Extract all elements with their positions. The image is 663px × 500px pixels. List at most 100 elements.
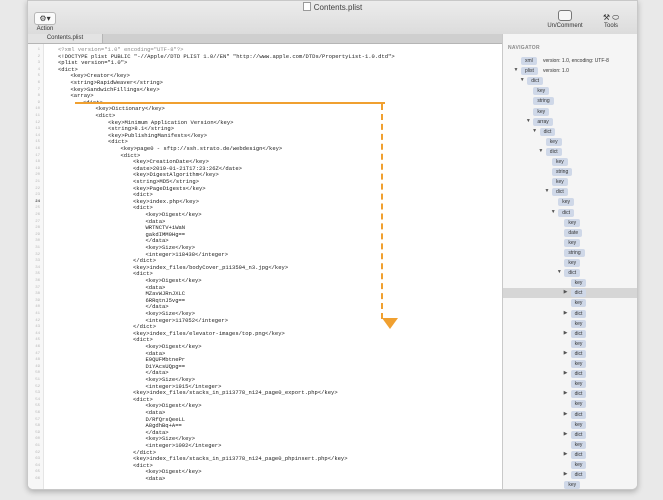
node-tag: key [570,299,587,308]
disclosure-expanded-icon[interactable]: ▼ [538,148,544,154]
code-line: 17 <dict> [28,152,502,159]
disclosure-collapsed-icon[interactable]: ▶ [563,289,569,295]
navigator-node[interactable]: key [503,86,637,96]
disclosure-expanded-icon[interactable]: ▼ [525,118,531,124]
code-line: 45 <dict> [28,337,502,343]
disclosure-collapsed-icon[interactable]: ▶ [563,370,569,376]
node-tag: key [545,137,562,146]
disclosure-collapsed-icon[interactable]: ▶ [563,431,569,437]
line-number: 63 [35,457,40,462]
code-text: <key>page0 - sftp://ssh.strato.de/webdes… [120,145,283,152]
navigator-node[interactable]: string [503,167,637,177]
disclosure-expanded-icon[interactable]: ▼ [550,209,556,215]
navigator-node[interactable]: key [503,278,637,288]
line-number: 54 [35,397,40,402]
tools-button[interactable]: ⚒ ⬭ Tools [593,12,629,29]
line-number: 53 [35,391,40,396]
node-tag: dict [570,370,587,379]
disclosure-collapsed-icon[interactable]: ▶ [563,350,569,356]
navigator-node[interactable]: key [503,238,637,248]
navigator-node[interactable]: key [503,420,637,430]
navigator-node[interactable]: key [503,258,637,268]
line-number: 28 [35,226,40,231]
line-number: 20 [35,173,40,178]
navigator-node[interactable]: ▼ dict [503,268,637,278]
navigator-node[interactable]: ▼ dict [503,208,637,218]
navigator-node[interactable]: ▶ dict [503,430,637,440]
navigator-node[interactable]: ▶ dict [503,410,637,420]
line-number: 33 [35,259,40,264]
navigator-node[interactable]: key [503,177,637,187]
disclosure-collapsed-icon[interactable]: ▶ [563,411,569,417]
navigator-node[interactable]: key [503,359,637,369]
disclosure-collapsed-icon[interactable]: ▶ [563,310,569,316]
navigator-node[interactable]: ▼ dict [503,187,637,197]
disclosure-expanded-icon[interactable]: ▼ [519,77,525,83]
navigator-node[interactable]: key [503,197,637,207]
navigator-node[interactable]: ▼ array [503,117,637,127]
code-line: 65 <key>Digest</key> [28,469,502,475]
navigator-node[interactable]: ▶ dict [503,329,637,339]
navigator-node[interactable]: ▶ dict [503,309,637,319]
navigator-node[interactable]: key [503,137,637,147]
navigator-node[interactable]: ▶ dict [503,470,637,480]
node-tag: key [533,87,550,96]
disclosure-expanded-icon[interactable]: ▼ [556,269,562,275]
navigator-node[interactable]: ▶ dict [503,288,637,299]
navigator-node[interactable]: ▼ dict [503,76,637,86]
disclosure-expanded-icon[interactable]: ▼ [532,128,538,134]
disclosure-collapsed-icon[interactable]: ▶ [563,330,569,336]
node-tag: array [533,117,553,126]
navigator-node[interactable]: ▶ dict [503,450,637,460]
navigator-node[interactable]: key [503,440,637,450]
line-number: 25 [35,206,40,211]
comment-bubble-icon [558,10,572,21]
navigator-node[interactable]: string [503,248,637,258]
code-line: 60 <key>Size</key> [28,436,502,442]
line-number: 12 [35,120,40,125]
navigator-node[interactable]: ▶ dict [503,349,637,359]
disclosure-collapsed-icon[interactable]: ▶ [563,451,569,457]
navigator-node[interactable]: key [503,319,637,329]
disclosure-collapsed-icon[interactable]: ▶ [563,390,569,396]
node-tag: xml [521,57,537,65]
navigator-node[interactable]: key [503,460,637,470]
navigator-node[interactable]: key [503,399,637,409]
navigator-node[interactable]: key [503,107,637,117]
disclosure-expanded-icon[interactable]: ▼ [544,188,550,194]
node-tag: dict [545,147,562,156]
navigator-node[interactable]: ▼ plist version: 1.0 [503,66,637,76]
disclosure-expanded-icon[interactable]: ▼ [513,67,519,73]
node-tag: key [570,279,587,288]
code-editor[interactable]: 1 <?xml version="1.0" encoding="UTF-8"?> 2… [28,44,502,489]
node-tag: key [558,198,574,207]
navigator-node[interactable]: xml version: 1.0, encoding: UTF-8 [503,56,637,66]
navigator-node[interactable]: ▶ dict [503,389,637,399]
navigator-node[interactable]: key [503,298,637,308]
code-text: <integer>1092</integer> [145,442,222,449]
tab-contents-plist[interactable]: Contents.plist [28,34,103,43]
line-number: 36 [35,279,40,283]
navigator-node[interactable]: date [503,228,637,238]
uncomment-button[interactable]: Un/Comment [543,10,587,29]
action-button[interactable]: ⚙▾ Action [34,12,56,32]
code-line: 49 DiYAcsUQpg== [28,363,502,370]
disclosure-collapsed-icon[interactable]: ▶ [563,471,569,477]
navigator-node[interactable]: ▼ dict [503,127,637,137]
code-line: 47 <data> [28,350,502,357]
navigator-node[interactable]: ▼ dict [503,147,637,157]
line-number: 27 [35,219,40,224]
navigator-node[interactable]: key [503,379,637,389]
code-line: 13 <string>8.1</string> [28,126,502,132]
code-line: 24 <key>index.php</key> [28,198,502,205]
navigator-node[interactable]: key [503,218,637,228]
node-attributes: version: 1.0 [543,68,569,75]
navigator-node[interactable]: key [503,339,637,349]
line-number: 60 [35,437,40,442]
navigator-node[interactable]: ▶ dict [503,369,637,379]
navigator-node[interactable]: key [503,157,637,167]
node-tag: key [570,400,587,409]
line-number: 49 [35,364,40,369]
navigator-node[interactable]: string [503,96,637,106]
navigator-node[interactable]: key [503,480,637,489]
